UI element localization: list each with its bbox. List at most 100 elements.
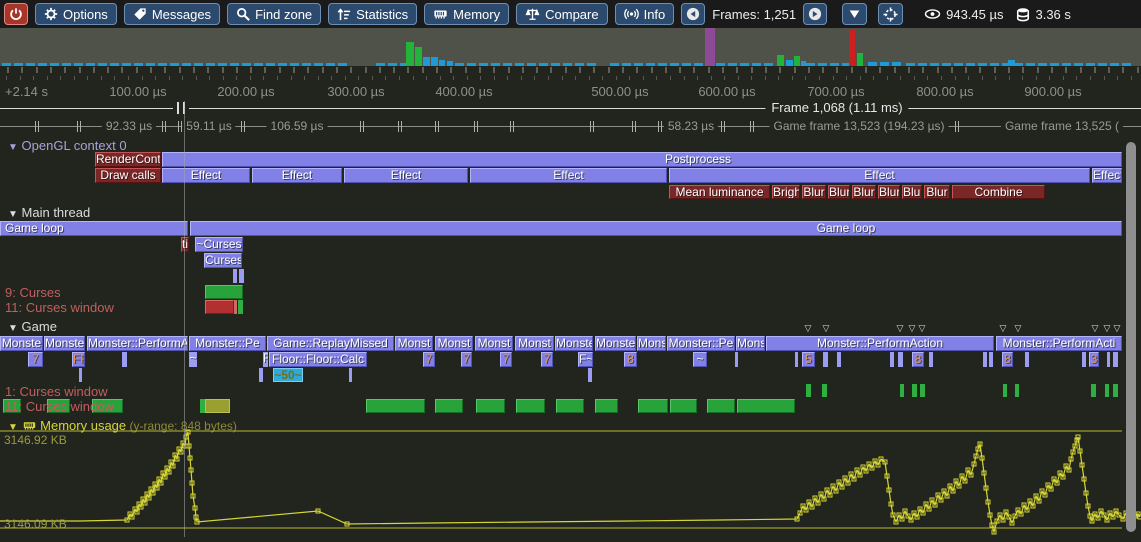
zone-box[interactable]: Effect [162,168,250,183]
zone-box[interactable]: 7 [500,352,512,367]
zone-box[interactable] [929,352,933,367]
zone-box[interactable]: Blur [878,185,900,199]
zone-box[interactable] [556,399,584,413]
message-marker-icon[interactable]: ▽ [1104,323,1111,334]
zone-box[interactable] [516,399,545,413]
zone-box[interactable] [837,352,841,367]
collapse-triangle-icon[interactable]: ▼ [8,323,18,334]
message-marker-icon[interactable]: ▽ [1015,323,1022,334]
zone-box[interactable] [707,399,735,413]
zone-box[interactable]: Effect [344,168,468,183]
zone-box[interactable]: Monst [515,336,554,351]
zone-box[interactable]: Effect [1092,168,1122,183]
zone-box[interactable] [735,352,738,367]
zone-box[interactable]: 7 [461,352,472,367]
zone-box[interactable]: Game loop [190,221,1122,236]
zone-box[interactable]: Monst [435,336,473,351]
zone-box[interactable]: Combine [952,185,1045,199]
memory-button[interactable]: Memory [424,3,509,25]
zone-box[interactable] [476,399,505,413]
zone-box[interactable]: Postprocess [162,152,1122,167]
zone-box[interactable]: Mean luminance [669,185,770,199]
zone-box[interactable] [1107,352,1110,367]
messages-button[interactable]: Messages [124,3,220,25]
zone-box[interactable]: 8 [624,352,637,367]
prev-frame-button[interactable] [681,3,705,25]
zone-box[interactable]: Monste [44,336,85,351]
zone-box[interactable]: Curses [204,253,242,268]
zone-box[interactable] [349,368,352,382]
zone-box[interactable]: Game::ReplayMissed [267,336,394,351]
section-header-opengl[interactable]: ▼ OpenGL context 0 [8,138,127,153]
zone-box[interactable] [638,399,668,413]
message-marker-icon[interactable]: ▽ [1092,323,1099,334]
zone-box[interactable]: Game loop [0,221,188,236]
zone-box[interactable] [900,384,904,397]
game-frame-label[interactable]: 92.33 µs [102,119,156,133]
zone-box[interactable] [1003,384,1007,397]
zone-box[interactable]: 8 [1002,352,1013,367]
zone-box[interactable] [898,352,903,367]
zone-box[interactable] [259,368,263,382]
zone-box[interactable]: Blur [802,185,826,199]
power-button[interactable] [4,3,28,25]
zone-box[interactable]: Monster::PerformAction [766,336,994,351]
memory-usage-chart[interactable] [0,418,1141,542]
zone-box[interactable] [595,399,618,413]
zone-box[interactable] [912,384,917,397]
zone-box[interactable]: 8 [912,352,924,367]
zone-box[interactable]: Blur [902,185,922,199]
collapse-triangle-icon[interactable]: ▼ [8,142,18,153]
zone-box[interactable]: 7 [28,352,43,367]
zone-box[interactable] [1105,384,1109,397]
zone-box[interactable] [822,384,827,397]
zone-box[interactable]: Monster::Pe [189,336,266,351]
section-header-game[interactable]: ▼ Game [8,319,57,334]
zone-box[interactable]: Effect [669,168,1090,183]
zone-box[interactable] [233,269,237,283]
zone-box[interactable]: 7 [423,352,435,367]
zone-box[interactable] [1113,384,1118,397]
statistics-button[interactable]: Statistics [328,3,417,25]
message-marker-icon[interactable]: ▽ [1114,323,1121,334]
vertical-scrollbar-thumb[interactable] [1126,142,1136,532]
zone-box[interactable]: Blur [852,185,876,199]
game-frame-label[interactable]: 59.11 µs [182,119,235,133]
zone-box[interactable]: FF [72,352,85,367]
zone-box[interactable]: Floor::Floor::Calc [269,352,367,367]
zone-box[interactable]: Bright [772,185,800,199]
zone-box[interactable] [989,352,993,367]
zone-box[interactable]: Monste [555,336,593,351]
zone-box[interactable] [205,285,243,299]
zone-box[interactable] [1082,352,1086,367]
zone-box[interactable] [205,300,234,314]
zone-box[interactable] [920,384,925,397]
zone-box[interactable]: ~Curses [195,237,243,252]
zone-box[interactable] [823,352,828,367]
zone-box[interactable] [795,352,798,367]
zone-box[interactable]: 3 [1089,352,1099,367]
zone-box[interactable]: ~50~ [273,368,303,382]
frame-band-label[interactable]: Frame 1,068 (1.11 ms) [765,100,908,115]
zone-box[interactable] [806,384,811,397]
zone-box[interactable]: RenderCont [95,152,161,167]
collapse-button[interactable] [842,3,867,25]
zone-box[interactable] [205,399,230,413]
zone-box[interactable] [890,352,894,367]
zone-box[interactable] [366,399,425,413]
find-zone-button[interactable]: Find zone [227,3,321,25]
zone-box[interactable]: Monste [0,336,43,351]
frame-overview-strip[interactable] [0,28,1141,66]
zone-box[interactable] [79,368,82,382]
zone-box[interactable]: ~ [189,352,197,367]
zone-box[interactable] [1113,352,1118,367]
zone-box[interactable] [122,352,127,367]
collapse-triangle-icon[interactable]: ▼ [8,209,18,220]
zone-box[interactable]: F~ [578,352,593,367]
zone-box[interactable]: Mons [736,336,765,351]
message-marker-icon[interactable]: ▽ [823,323,830,334]
message-marker-icon[interactable]: ▽ [805,323,812,334]
next-frame-button[interactable] [803,3,827,25]
zone-box[interactable]: Monste [595,336,636,351]
zone-box[interactable] [737,399,795,413]
